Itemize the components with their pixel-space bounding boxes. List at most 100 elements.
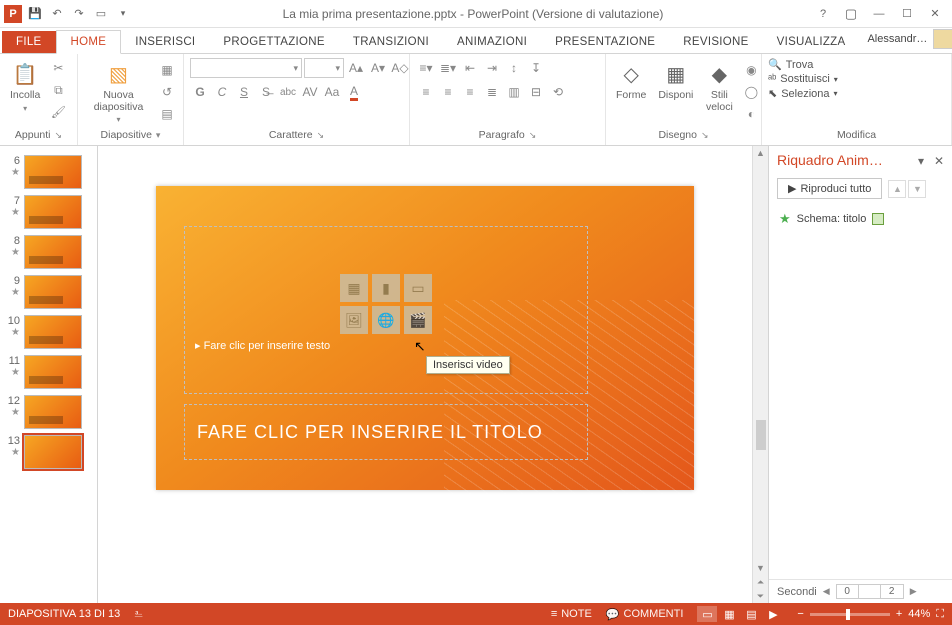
redo-icon[interactable]: ↷ [70, 5, 88, 23]
align-center-icon[interactable]: ≡ [438, 82, 458, 102]
restore-icon[interactable]: ☐ [894, 4, 920, 24]
indent-dec-icon[interactable]: ⇤ [460, 58, 480, 78]
shape-fill-icon[interactable]: ◉ [741, 60, 761, 80]
copy-icon[interactable]: ⧉ [48, 80, 68, 100]
tab-progettazione[interactable]: PROGETTAZIONE [209, 31, 338, 53]
close-pane-icon[interactable]: ✕ [934, 154, 944, 168]
reading-view-icon[interactable]: ▤ [741, 606, 761, 622]
slide-thumbnail[interactable]: 9★ [0, 272, 97, 312]
font-color-icon[interactable]: A [344, 82, 364, 102]
save-icon[interactable]: 💾 [26, 5, 44, 23]
slideshow-view-icon[interactable]: ▶ [763, 606, 783, 622]
move-down-icon[interactable]: ▼ [908, 180, 926, 198]
insert-video-icon[interactable]: 🎬 [404, 306, 432, 334]
title-placeholder[interactable]: FARE CLIC PER INSERIRE IL TITOLO [184, 404, 588, 460]
insert-chart-icon[interactable]: ▮ [372, 274, 400, 302]
timeline-right-icon[interactable]: ▶ [910, 586, 917, 597]
slide-thumbnail[interactable]: 13★ [0, 432, 97, 472]
insert-picture-icon[interactable]: 🖼 [340, 306, 368, 334]
find-button[interactable]: 🔍Trova [768, 58, 813, 71]
appunti-launcher-icon[interactable]: ↘ [55, 130, 63, 141]
account-button[interactable]: Alessandr… [859, 25, 952, 53]
numbering-icon[interactable]: ≣▾ [438, 58, 458, 78]
insert-smartart-icon[interactable]: ▭ [404, 274, 432, 302]
tab-visualizza[interactable]: VISUALIZZA [763, 31, 860, 53]
section-icon[interactable]: ▤ [157, 104, 177, 124]
zoom-handle[interactable] [846, 609, 850, 620]
minimize-icon[interactable]: — [866, 4, 892, 24]
normal-view-icon[interactable]: ▭ [697, 606, 717, 622]
notes-button[interactable]: ≡NOTE [551, 608, 592, 620]
tab-transizioni[interactable]: TRANSIZIONI [339, 31, 443, 53]
grow-font-icon[interactable]: A▴ [346, 58, 366, 78]
undo-icon[interactable]: ↶ [48, 5, 66, 23]
ribbon-options-icon[interactable]: ▢ [838, 4, 864, 24]
slide-thumbnail[interactable]: 6★ [0, 152, 97, 192]
spacing-icon[interactable]: AV [300, 82, 320, 102]
columns-icon[interactable]: ▥ [504, 82, 524, 102]
diapositive-launcher-icon[interactable]: ▾ [156, 130, 161, 141]
cut-icon[interactable]: ✂ [48, 58, 68, 78]
shrink-font-icon[interactable]: A▾ [368, 58, 388, 78]
zoom-slider[interactable] [810, 613, 890, 616]
text-direction-icon[interactable]: ↧ [526, 58, 546, 78]
slide-thumbnail[interactable]: 8★ [0, 232, 97, 272]
scrollbar-thumb[interactable] [756, 420, 766, 450]
tab-file[interactable]: FILE [2, 31, 56, 53]
tab-presentazione[interactable]: PRESENTAZIONE [541, 31, 669, 53]
paragrafo-launcher-icon[interactable]: ↘ [529, 130, 537, 141]
content-placeholder[interactable]: Fare clic per inserire testo ▦ ▮ ▭ 🖼 🌐 🎬 [184, 226, 588, 394]
align-right-icon[interactable]: ≡ [460, 82, 480, 102]
layout-icon[interactable]: ▦ [157, 60, 177, 80]
slide-thumbnail[interactable]: 7★ [0, 192, 97, 232]
line-spacing-icon[interactable]: ↕ [504, 58, 524, 78]
shadow-icon[interactable]: abc [278, 82, 298, 102]
start-slideshow-icon[interactable]: ▭ [92, 5, 110, 23]
slide-thumbnail[interactable]: 10★ [0, 312, 97, 352]
slide-thumbnail[interactable]: 11★ [0, 352, 97, 392]
spellcheck-icon[interactable]: ⎁ [134, 608, 143, 621]
qat-more-icon[interactable]: ▾ [114, 5, 132, 23]
scroll-up-icon[interactable]: ▲ [754, 146, 768, 160]
timeline-left-icon[interactable]: ◀ [823, 586, 830, 597]
shape-effects-icon[interactable]: ◐ [741, 104, 761, 124]
shape-outline-icon[interactable]: ◯ [741, 82, 761, 102]
new-slide-button[interactable]: ▧ Nuova diapositiva ▾ [84, 58, 153, 126]
smartart-icon[interactable]: ⟲ [548, 82, 568, 102]
font-family-combo[interactable] [190, 58, 302, 78]
reset-icon[interactable]: ↺ [157, 82, 177, 102]
tab-animazioni[interactable]: ANIMAZIONI [443, 31, 541, 53]
justify-icon[interactable]: ≣ [482, 82, 502, 102]
help-icon[interactable]: ? [810, 4, 836, 24]
tab-home[interactable]: HOME [56, 30, 122, 54]
quick-styles-button[interactable]: ◆ Stili veloci [701, 58, 737, 115]
select-button[interactable]: ⬉Seleziona▾ [768, 87, 838, 100]
zoom-level[interactable]: 44% [908, 608, 930, 620]
comments-button[interactable]: 💬COMMENTI [606, 608, 684, 621]
strike-icon[interactable]: S̶ [256, 82, 276, 102]
zoom-out-icon[interactable]: − [797, 608, 803, 620]
replace-button[interactable]: ᵃᵇSostituisci▾ [768, 73, 838, 85]
format-painter-icon[interactable]: 🖌 [48, 102, 68, 122]
arrange-button[interactable]: ▦ Disponi [654, 58, 697, 104]
prev-slide-icon[interactable]: ⏶ [754, 575, 768, 589]
zoom-in-icon[interactable]: + [896, 608, 902, 620]
animation-item[interactable]: ★ Schema: titolo [769, 207, 952, 231]
scroll-down-icon[interactable]: ▼ [754, 561, 768, 575]
vertical-scrollbar[interactable]: ▲ ▼ ⏶ ⏷ [752, 146, 768, 603]
close-icon[interactable]: ✕ [922, 4, 948, 24]
font-size-combo[interactable] [304, 58, 344, 78]
slide-thumbnail[interactable]: 12★ [0, 392, 97, 432]
clear-format-icon[interactable]: A◇ [390, 58, 410, 78]
underline-icon[interactable]: S [234, 82, 254, 102]
carattere-launcher-icon[interactable]: ↘ [317, 130, 325, 141]
italic-icon[interactable]: C [212, 82, 232, 102]
bold-icon[interactable]: G [190, 82, 210, 102]
paste-button[interactable]: 📋 Incolla ▾ [6, 58, 44, 115]
play-all-button[interactable]: ▶Riproduci tutto [777, 178, 882, 199]
insert-table-icon[interactable]: ▦ [340, 274, 368, 302]
bullets-icon[interactable]: ≡▾ [416, 58, 436, 78]
tab-inserisci[interactable]: INSERISCI [121, 31, 209, 53]
insert-online-picture-icon[interactable]: 🌐 [372, 306, 400, 334]
fit-window-icon[interactable]: ⛶ [936, 608, 944, 621]
